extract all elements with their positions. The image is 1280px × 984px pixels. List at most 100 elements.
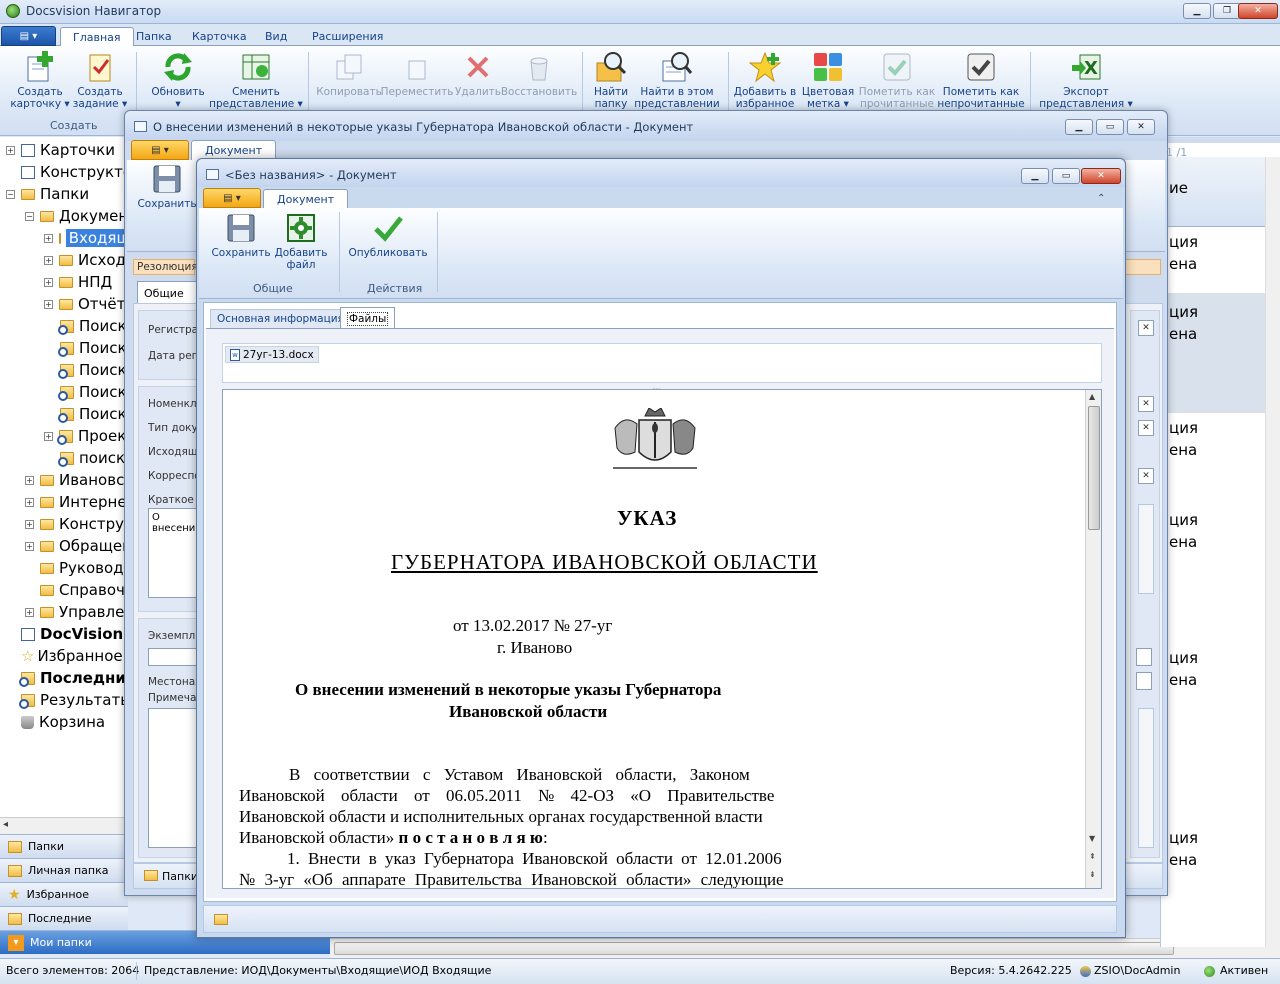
tab-view[interactable]: Вид (253, 27, 299, 46)
nav-favorites[interactable]: ★ Избранное (0, 882, 128, 906)
tree-item-results[interactable]: Результаты (19, 689, 127, 711)
tree-item-constructor[interactable]: Конструктор (21, 161, 127, 183)
grid-horizontal-scrollbar[interactable] (330, 938, 1280, 958)
copy-button[interactable]: Копировать (316, 50, 382, 112)
close-button[interactable]: ✕ (1127, 119, 1155, 135)
footer-folders-label[interactable]: Папки (162, 870, 198, 883)
export-view-button[interactable]: X Экспорт представления ▾ (1038, 50, 1134, 112)
save-button[interactable]: Сохранить (137, 162, 197, 224)
tab-files[interactable]: Файлы (340, 307, 396, 329)
nav-recent[interactable]: Последние (0, 906, 128, 930)
create-card-button[interactable]: Создать карточку ▾ (10, 50, 70, 112)
tree-item-search[interactable]: Поиск (58, 337, 127, 359)
tree-item-folders[interactable]: − Папки (6, 183, 89, 205)
close-button[interactable]: ✕ (1238, 3, 1278, 19)
maximize-button[interactable]: ▭ (1052, 168, 1080, 184)
scroll-left-icon[interactable]: ◂ (3, 819, 8, 830)
find-in-view-button[interactable]: Найти в этом представлении (634, 50, 720, 112)
add-file-button[interactable]: Добавить файл (273, 211, 329, 273)
tree-item-constructor-folder[interactable]: +Конструктор (25, 513, 127, 535)
scroll-up-icon[interactable]: ▲ (1089, 392, 1095, 401)
tab-main-info[interactable]: Основная информация (210, 309, 351, 329)
notes-scrollbar[interactable] (1138, 708, 1154, 848)
minimize-button[interactable]: ▁ (1021, 168, 1049, 184)
find-folder-button[interactable]: Найти папку (588, 50, 634, 112)
tree-item-appeals[interactable]: +Обращения (25, 535, 127, 557)
scroll-thumb[interactable] (1088, 406, 1100, 530)
tree-item-cards[interactable]: + Карточки (6, 139, 115, 161)
mark-read-button[interactable]: Пометить как прочитанные (858, 50, 936, 112)
tab-extensions[interactable]: Расширения (300, 27, 395, 46)
tab-document[interactable]: Документ (263, 189, 349, 209)
tree-item-npd[interactable]: + НПД (44, 271, 112, 293)
minimize-button[interactable]: ▁ (1183, 3, 1211, 19)
minimize-button[interactable]: ▁ (1065, 119, 1093, 135)
collapse-ribbon-icon[interactable]: ⌃ (1097, 193, 1105, 204)
tree-item-outgoing[interactable]: +Исходящие (44, 249, 127, 271)
maximize-button[interactable]: ▭ (1096, 119, 1124, 135)
tree-horizontal-scrollbar[interactable]: ◂ (0, 817, 128, 834)
document-menu-button[interactable]: ▤ ▾ (131, 140, 189, 160)
tree-item-search[interactable]: Поиск (58, 359, 127, 381)
document-menu-button[interactable]: ▤ ▾ (203, 188, 261, 208)
summary-field[interactable]: О внесени (148, 508, 200, 598)
tree-item-administration[interactable]: +Управление (25, 601, 127, 623)
change-view-button[interactable]: Сменить представление ▾ (208, 50, 304, 112)
notes-field[interactable] (148, 708, 200, 848)
folder-icon[interactable] (214, 914, 228, 925)
mark-unread-button[interactable]: Пометить как непрочитанные (937, 50, 1025, 112)
scroll-thumb[interactable] (334, 942, 1174, 955)
tree-item-recent[interactable]: Последние (19, 667, 127, 689)
tree-item-favorites[interactable]: ☆ Избранное (21, 645, 123, 667)
tree-item-ivanovo[interactable]: +Ивановской (25, 469, 127, 491)
tree-item-reports[interactable]: +Отчёты (44, 293, 127, 315)
clear-field-icon[interactable]: ✕ (1138, 468, 1154, 484)
tree-item-documents[interactable]: −Документы (25, 205, 127, 227)
nav-folders[interactable]: Папки (0, 834, 128, 858)
previous-page-icon[interactable]: ⇞ (1089, 852, 1096, 861)
file-item[interactable]: w 27уг-13.docx (225, 346, 319, 363)
tree-item-directories[interactable]: Справочники (40, 579, 127, 601)
tree-item-internet[interactable]: + Интернет (25, 491, 127, 513)
color-mark-button[interactable]: Цветовая метка ▾ (800, 50, 856, 112)
tab-resolution[interactable]: Резолюция (133, 259, 198, 275)
group-create-label: Создать (50, 119, 98, 132)
tree-item-search[interactable]: Поиск (58, 403, 127, 425)
add-favorite-button[interactable]: Добавить в избранное (732, 50, 798, 112)
tab-card[interactable]: Карточка (180, 27, 259, 46)
move-button[interactable]: Переместить (381, 50, 453, 112)
next-page-icon[interactable]: ⇟ (1089, 870, 1096, 879)
delete-button[interactable]: Удалить (452, 50, 504, 112)
tree-item-incoming[interactable]: +Входящие (44, 227, 127, 249)
tree-item-search[interactable]: Поиск (58, 381, 127, 403)
tab-folder[interactable]: Папка (124, 27, 184, 46)
tree-item-docvision-archive[interactable]: DocVision Архив (21, 623, 127, 645)
copies-field[interactable] (148, 648, 200, 666)
refresh-button[interactable]: Обновить ▾ (148, 50, 208, 112)
nav-personal-folder[interactable]: Личная папка (0, 858, 128, 882)
save-button[interactable]: Сохранить (207, 211, 275, 273)
list-vertical-scrollbar[interactable] (1265, 157, 1280, 947)
application-menu-button[interactable]: ▤ ▾ (1, 26, 56, 46)
clear-field-icon[interactable]: ✕ (1138, 320, 1154, 336)
restore-button[interactable]: ❐ (1213, 3, 1241, 19)
summary-scrollbar[interactable] (1138, 504, 1154, 594)
chevron-down-icon[interactable]: ▾ (8, 934, 24, 951)
tree-item-search-lower[interactable]: поиск (58, 447, 125, 469)
clear-field-icon[interactable]: ✕ (1138, 420, 1154, 436)
scroll-down-icon[interactable]: ▼ (1089, 834, 1095, 843)
folder-icon (40, 540, 54, 552)
publish-button[interactable]: Опубликовать (347, 211, 429, 273)
preview-vertical-scrollbar[interactable]: ▲ ▼ ⇞ ⇟ (1085, 390, 1101, 888)
tab-document[interactable]: Документ (191, 140, 277, 160)
clear-field-icon[interactable]: ✕ (1138, 396, 1154, 412)
tree-item-projects[interactable]: +Проекты (44, 425, 127, 447)
restore-button[interactable]: Восстановить (501, 50, 577, 112)
tree-item-trash[interactable]: Корзина (21, 711, 105, 733)
tab-home[interactable]: Главная (60, 27, 134, 47)
decree-paragraph: В соответствии с Уставом Ивановской обла… (289, 765, 750, 784)
tree-item-management[interactable]: Руководство (40, 557, 127, 579)
tree-item-search[interactable]: Поиск (58, 315, 127, 337)
create-task-button[interactable]: Создать задание ▾ (72, 50, 128, 112)
close-button[interactable]: ✕ (1081, 168, 1121, 184)
